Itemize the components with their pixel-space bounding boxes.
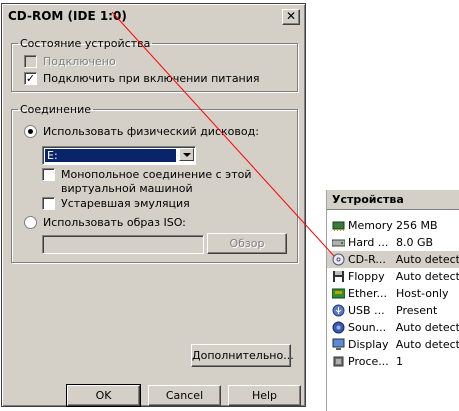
annotation-line [111,11,335,257]
